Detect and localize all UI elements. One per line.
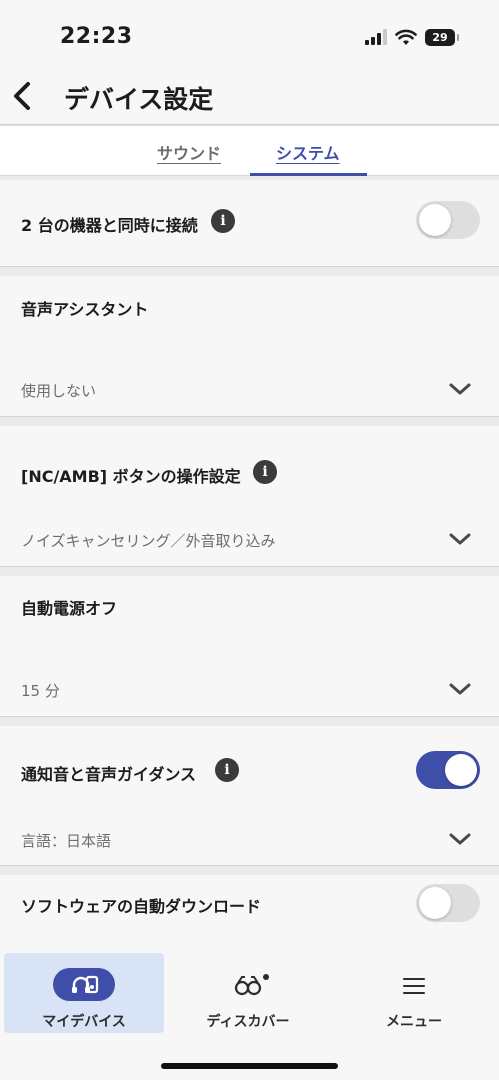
setting-auto-download: ソフトウェアの自動ダウンロード xyxy=(0,875,499,950)
nav-my-device-label: マイデバイス xyxy=(42,1014,126,1030)
language-select[interactable]: 言語：日本語 xyxy=(0,818,499,862)
setting-voice-assistant: 音声アシスタント 使用しない xyxy=(0,276,499,417)
auto-download-label: ソフトウェアの自動ダウンロード xyxy=(21,897,262,916)
toggle-knob xyxy=(419,204,451,236)
bottom-navigation: マイデバイス ディスカバー メニュー xyxy=(0,950,499,1080)
setting-nc-amb-button: [NC/AMB] ボタンの操作設定 i ノイズキャンセリング／外音取り込み xyxy=(0,426,499,567)
chevron-down-icon xyxy=(449,533,471,545)
multipoint-toggle[interactable] xyxy=(416,201,480,239)
setting-auto-power-off: 自動電源オフ 15 分 xyxy=(0,576,499,717)
chevron-down-icon xyxy=(449,383,471,395)
notification-voice-label: 通知音と音声ガイダンス xyxy=(21,765,197,784)
app-header: デバイス設定 xyxy=(0,70,499,124)
nc-amb-value: ノイズキャンセリング／外音取り込み xyxy=(21,532,276,550)
nc-amb-label: [NC/AMB] ボタンの操作設定 xyxy=(21,467,241,486)
status-time: 22:23 xyxy=(60,24,133,49)
auto-power-off-label: 自動電源オフ xyxy=(21,599,118,618)
setting-notification-voice: 通知音と音声ガイダンス i 言語：日本語 xyxy=(0,726,499,866)
auto-power-off-value: 15 分 xyxy=(21,682,60,700)
nc-amb-select[interactable]: ノイズキャンセリング／外音取り込み xyxy=(0,518,499,562)
voice-assistant-value: 使用しない xyxy=(21,382,97,400)
voice-assistant-label: 音声アシスタント xyxy=(21,300,149,319)
cellular-signal-icon xyxy=(365,29,387,45)
hamburger-menu-icon xyxy=(403,978,425,994)
status-icons: 29 xyxy=(365,27,459,47)
multipoint-label: 2 台の機器と同時に接続 xyxy=(21,216,198,235)
headphones-device-icon xyxy=(72,975,99,994)
home-indicator xyxy=(161,1063,338,1069)
chevron-down-icon xyxy=(449,833,471,845)
info-icon[interactable]: i xyxy=(215,758,239,782)
nav-menu[interactable]: メニュー xyxy=(334,953,494,1033)
nav-active-pill xyxy=(53,968,115,1001)
setting-multipoint: 2 台の機器と同時に接続 i xyxy=(0,180,499,267)
nav-discover[interactable]: ディスカバー xyxy=(168,953,328,1033)
tab-system[interactable]: システム xyxy=(276,140,340,164)
chevron-down-icon xyxy=(449,683,471,695)
notification-voice-toggle[interactable] xyxy=(416,751,480,789)
tab-sound[interactable]: サウンド xyxy=(157,140,221,164)
nav-discover-label: ディスカバー xyxy=(206,1014,290,1030)
language-value: 言語：日本語 xyxy=(21,832,112,850)
voice-assistant-select[interactable]: 使用しない xyxy=(0,368,499,412)
binoculars-icon xyxy=(234,974,269,996)
toggle-knob xyxy=(419,887,451,919)
info-icon[interactable]: i xyxy=(253,460,277,484)
page-title: デバイス設定 xyxy=(64,85,214,114)
active-tab-indicator xyxy=(250,173,367,176)
toggle-knob xyxy=(445,754,477,786)
wifi-icon xyxy=(395,29,417,45)
nav-menu-label: メニュー xyxy=(386,1014,442,1030)
chevron-left-icon xyxy=(14,82,30,110)
tab-bar: サウンド システム xyxy=(0,126,499,176)
auto-download-toggle[interactable] xyxy=(416,884,480,922)
back-button[interactable] xyxy=(8,78,38,114)
status-bar: 22:23 29 xyxy=(0,0,499,70)
auto-power-off-select[interactable]: 15 分 xyxy=(0,668,499,712)
battery-icon: 29 xyxy=(425,28,459,46)
info-icon[interactable]: i xyxy=(211,209,235,233)
nav-my-device[interactable]: マイデバイス xyxy=(4,953,164,1033)
battery-level: 29 xyxy=(432,30,448,44)
